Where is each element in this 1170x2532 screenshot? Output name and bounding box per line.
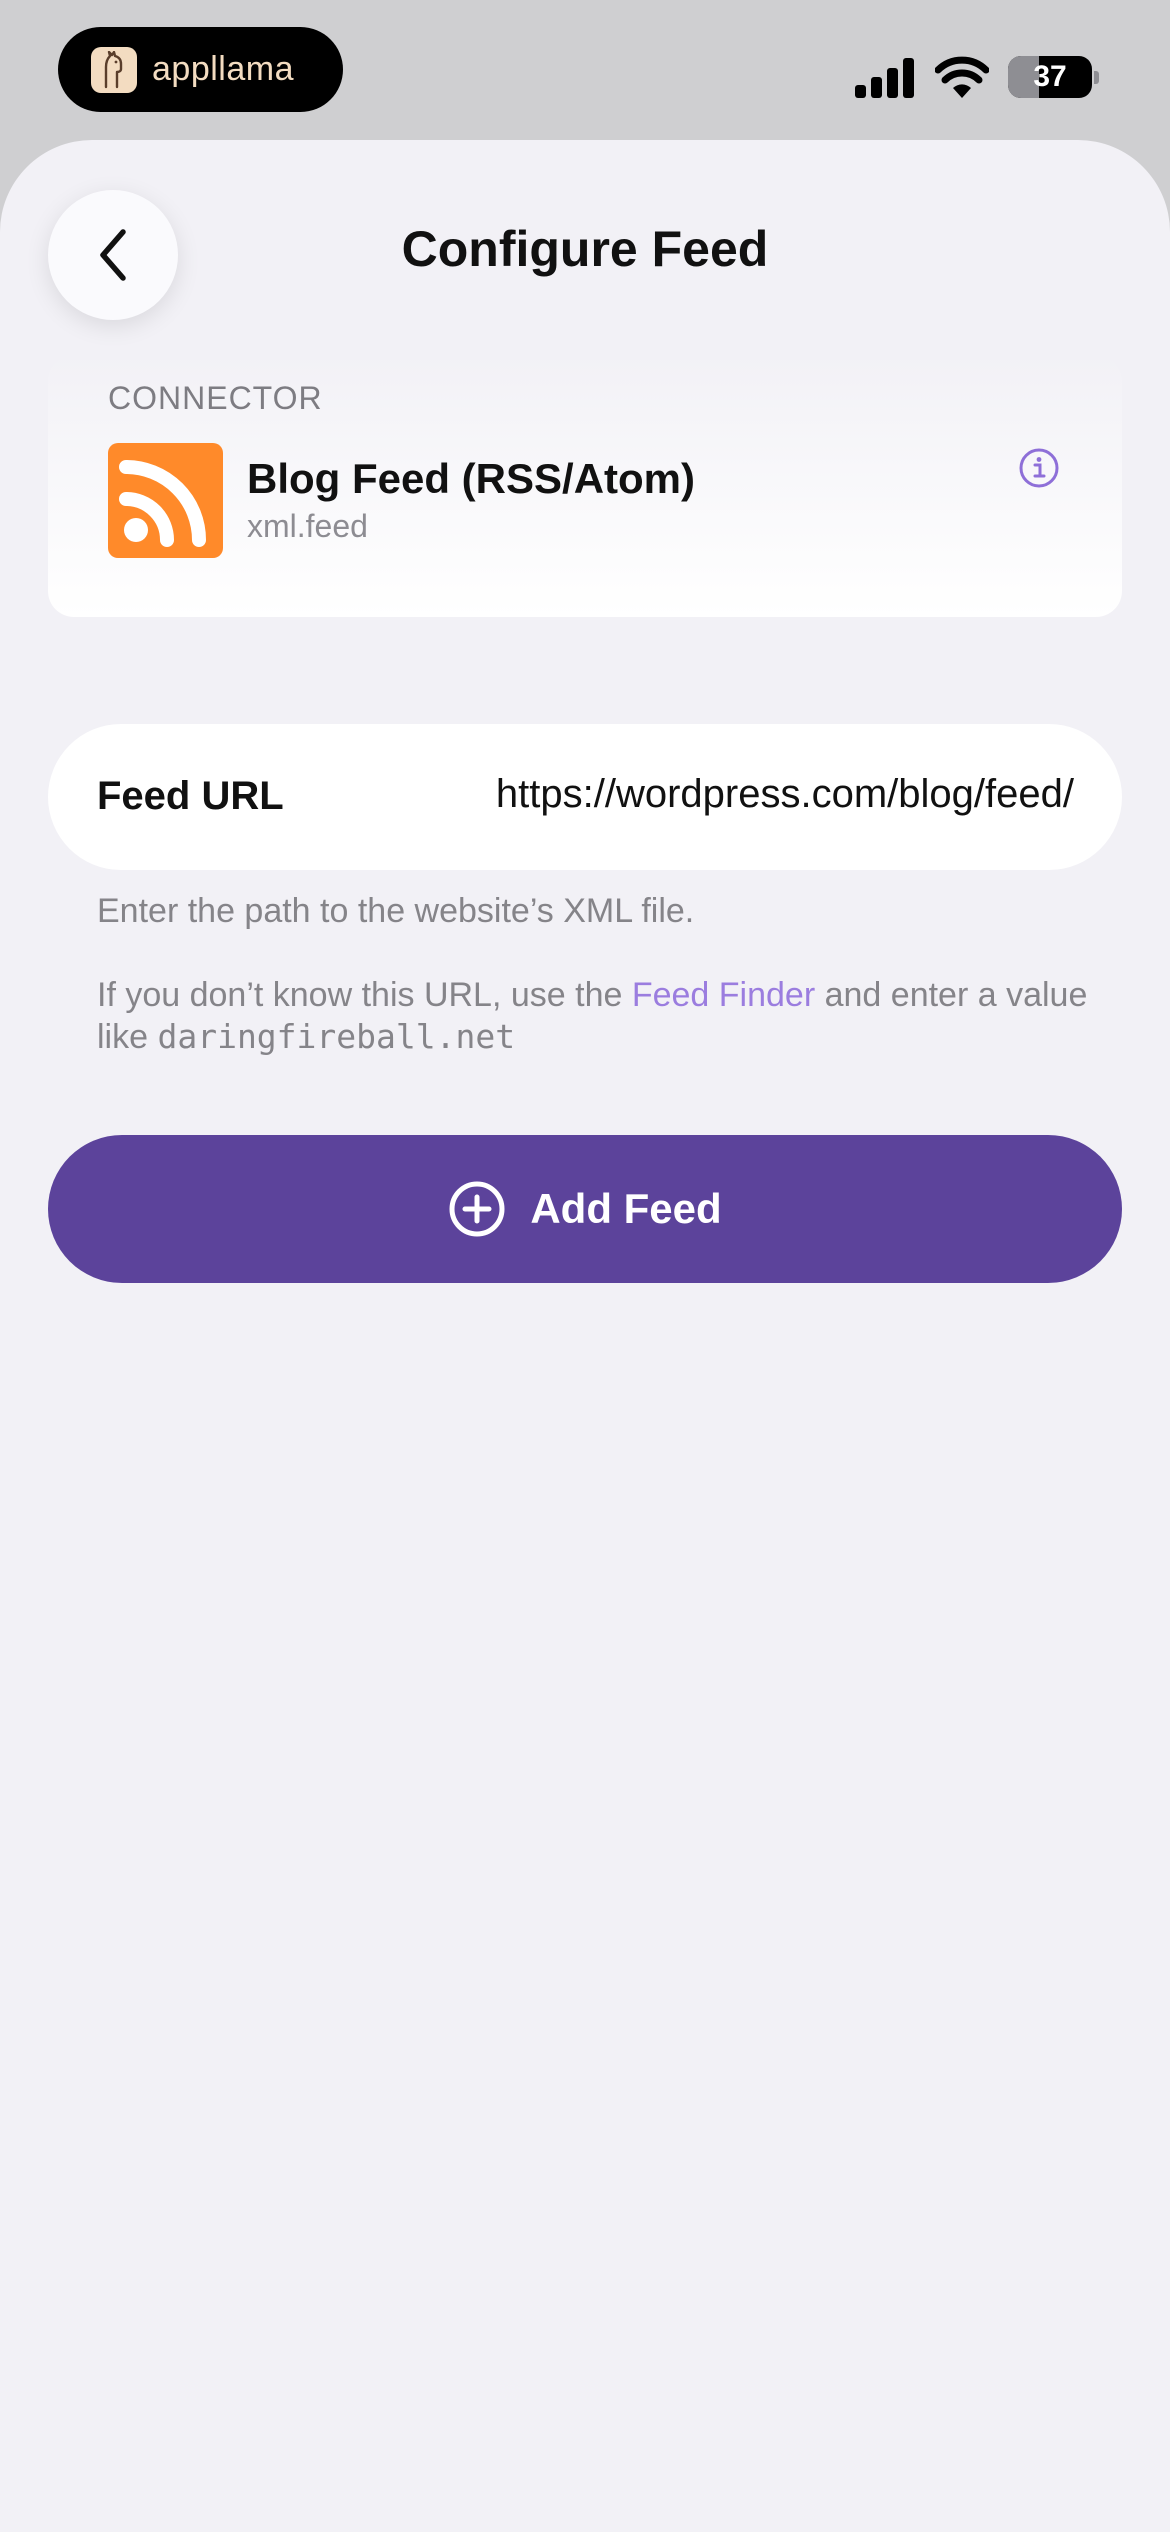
plus-circle-icon [449, 1181, 505, 1237]
rss-icon [108, 443, 223, 558]
wifi-icon [935, 56, 989, 98]
cellular-signal-icon [855, 58, 914, 98]
info-icon[interactable] [1018, 447, 1060, 489]
feed-url-field[interactable]: Feed URL https://wordpress.com/blog/feed… [48, 724, 1122, 870]
feed-url-label: Feed URL [97, 774, 284, 818]
add-feed-button[interactable]: Add Feed [48, 1135, 1122, 1283]
connector-id: xml.feed [247, 508, 368, 544]
feed-url-input[interactable]: https://wordpress.com/blog/feed/ [496, 772, 1074, 817]
status-bar: appllama 37 [0, 0, 1170, 140]
app-name: appllama [152, 50, 294, 88]
configure-feed-sheet: Configure Feed CONNECTOR Blog Feed (RSS/… [0, 140, 1170, 2532]
hint-prefix: If you don’t know this URL, use the [97, 976, 632, 1014]
battery-percent: 37 [1033, 60, 1067, 93]
page-title: Configure Feed [401, 221, 769, 277]
example-domain: daringfireball.net [157, 1017, 516, 1056]
hint-feed-finder: If you don’t know this URL, use the Feed… [97, 974, 1097, 1058]
battery-icon: 37 [1008, 56, 1092, 98]
connector-section-label: CONNECTOR [108, 380, 323, 416]
hint-text: Enter the path to the website’s XML file… [97, 892, 695, 930]
app-badge[interactable]: appllama [58, 27, 343, 112]
connector-name: Blog Feed (RSS/Atom) [247, 455, 695, 502]
llama-icon [91, 46, 137, 93]
add-feed-label: Add Feed [530, 1185, 722, 1232]
feed-finder-link[interactable]: Feed Finder [632, 976, 815, 1014]
battery-cap [1094, 71, 1099, 84]
